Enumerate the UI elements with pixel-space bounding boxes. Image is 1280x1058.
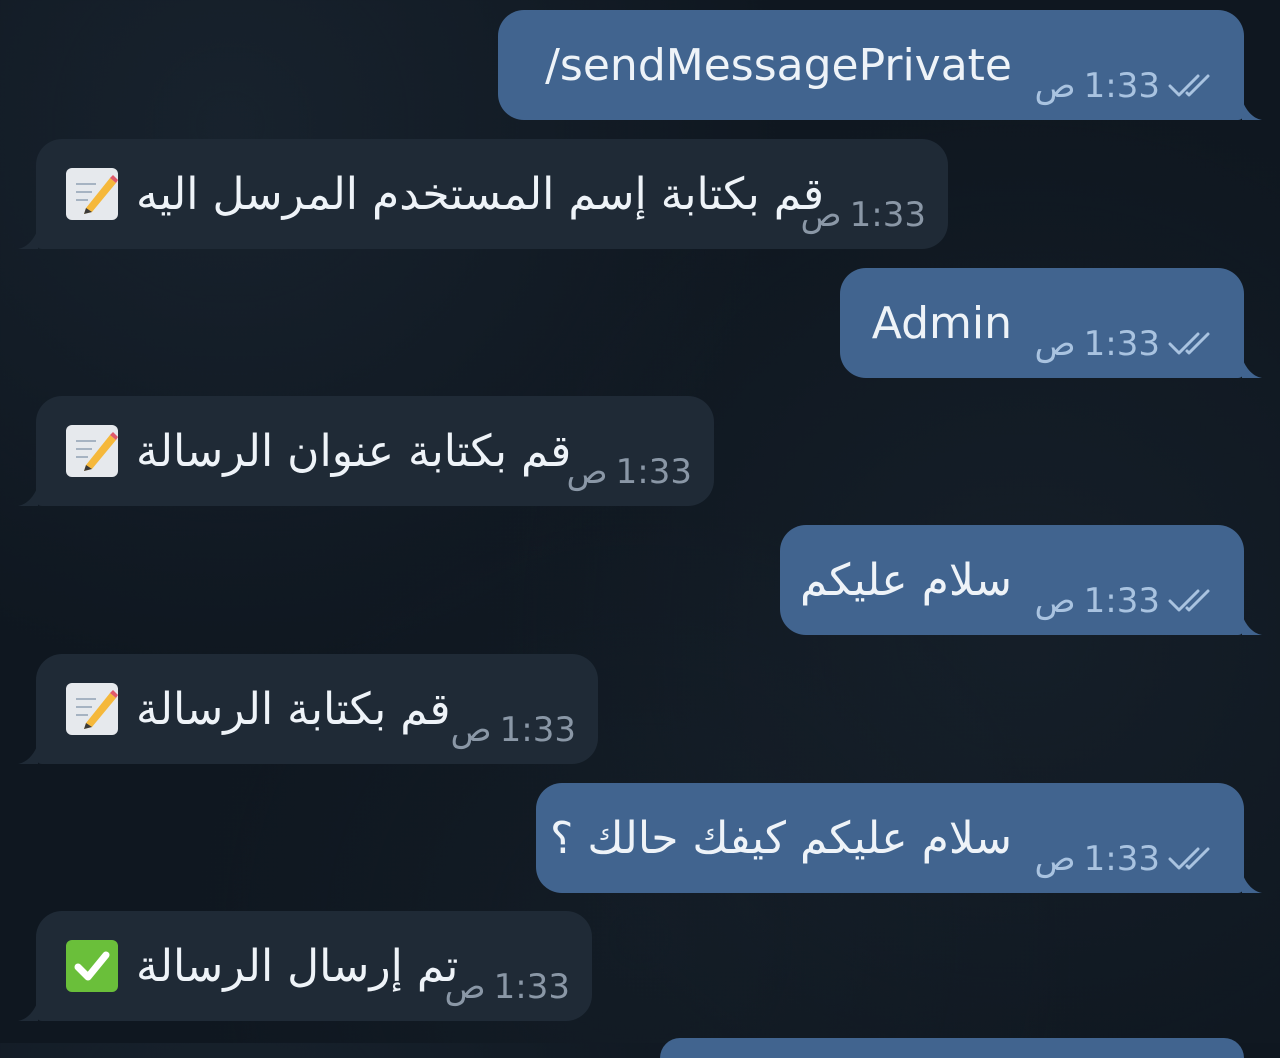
message-meta: ص 1:33	[1035, 66, 1220, 106]
check-mark-icon	[66, 940, 118, 992]
message-text: /sendMessagePrivate	[545, 39, 1012, 91]
message-meta: ص 1:33	[1035, 324, 1220, 364]
message-text: تم إرسال الرسالة	[136, 940, 459, 992]
memo-icon	[66, 425, 118, 477]
time-period: ص	[1034, 839, 1076, 879]
message-time: 1:33	[1083, 324, 1160, 364]
incoming-message[interactable]: قم بكتابة عنوان الرسالة ص 1:33	[18, 396, 714, 506]
bubble-tail	[1242, 873, 1262, 893]
message-time: 1:33	[1083, 581, 1160, 621]
outgoing-message[interactable]: سلام عليكم ص 1:33	[780, 525, 1262, 635]
double-check-icon	[1168, 586, 1220, 616]
message-meta: ص 1:33	[1035, 581, 1220, 621]
message-text: Admin	[871, 297, 1012, 349]
message-meta: ص 1:33	[567, 452, 692, 492]
message-time: 1:33	[499, 710, 576, 750]
bubble-tail	[1242, 358, 1262, 378]
partial-outgoing-message[interactable]	[660, 1038, 1244, 1058]
message-meta: ص 1:33	[445, 967, 570, 1007]
time-period: ص	[566, 452, 608, 492]
chat-history[interactable]: /sendMessagePrivate ص 1:33 قم بكتابة إسم…	[0, 0, 1280, 1058]
message-text: سلام عليكم كيفك حالك ؟	[550, 812, 1012, 864]
message-time: 1:33	[1083, 839, 1160, 879]
message-time: 1:33	[1083, 66, 1160, 106]
bubble-tail	[18, 1001, 38, 1021]
message-text: قم بكتابة الرسالة	[136, 683, 451, 735]
outgoing-message[interactable]: /sendMessagePrivate ص 1:33	[498, 10, 1262, 120]
bubble-tail	[1242, 100, 1262, 120]
time-period: ص	[800, 195, 842, 235]
double-check-icon	[1168, 71, 1220, 101]
incoming-message[interactable]: قم بكتابة الرسالة ص 1:33	[18, 654, 598, 764]
bubble-tail	[18, 744, 38, 764]
message-meta: ص 1:33	[451, 710, 576, 750]
double-check-icon	[1168, 844, 1220, 874]
memo-icon	[66, 683, 118, 735]
bubble-tail	[1242, 615, 1262, 635]
message-meta: ص 1:33	[801, 195, 926, 235]
memo-icon	[66, 168, 118, 220]
time-period: ص	[450, 710, 492, 750]
incoming-message[interactable]: قم بكتابة إسم المستخدم المرسل اليه ص 1:3…	[18, 139, 948, 249]
time-period: ص	[444, 967, 486, 1007]
message-text: قم بكتابة عنوان الرسالة	[136, 425, 572, 477]
message-time: 1:33	[615, 452, 692, 492]
outgoing-message[interactable]: سلام عليكم كيفك حالك ؟ ص 1:33	[536, 783, 1262, 893]
time-period: ص	[1034, 581, 1076, 621]
message-text: قم بكتابة إسم المستخدم المرسل اليه	[136, 168, 825, 220]
bubble-tail	[18, 229, 38, 249]
message-text: سلام عليكم	[799, 554, 1012, 606]
message-meta: ص 1:33	[1035, 839, 1220, 879]
bubble-tail	[18, 486, 38, 506]
message-time: 1:33	[849, 195, 926, 235]
outgoing-message[interactable]: Admin ص 1:33	[840, 268, 1262, 378]
message-time: 1:33	[493, 967, 570, 1007]
time-period: ص	[1034, 324, 1076, 364]
incoming-message[interactable]: تم إرسال الرسالة ص 1:33	[18, 911, 592, 1021]
double-check-icon	[1168, 329, 1220, 359]
time-period: ص	[1034, 66, 1076, 106]
